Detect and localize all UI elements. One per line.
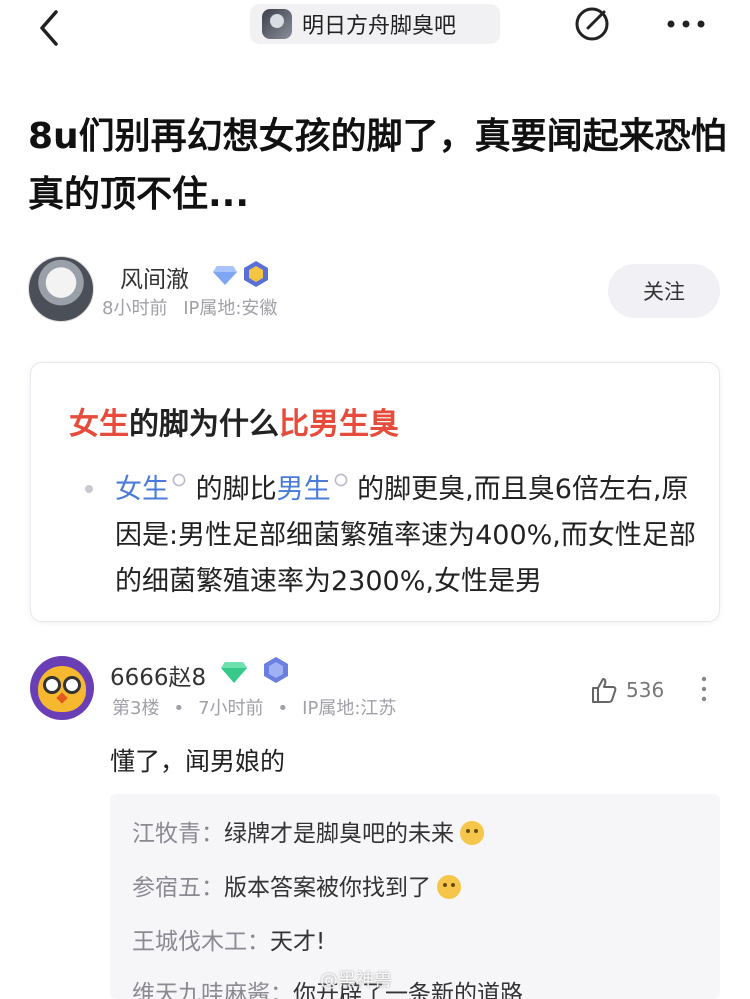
watermark: @黑神兽 — [320, 970, 392, 991]
level-badge-icon — [264, 657, 288, 683]
comment-time: 7小时前 — [198, 698, 264, 719]
comment-meta: 第3楼 • 7小时前 • IP属地:江苏 — [112, 698, 397, 719]
grin-emoji-icon — [437, 875, 461, 899]
more-horizontal-icon — [667, 20, 705, 28]
search-icon — [172, 473, 186, 487]
card-fade — [31, 591, 719, 621]
card-title: 女生的脚为什么比男生臭 — [69, 399, 399, 443]
like-button[interactable]: 536 — [590, 674, 664, 706]
forum-link[interactable]: 明日方舟脚臭吧 — [250, 4, 500, 44]
comment-more-button[interactable] — [696, 674, 712, 704]
embedded-answer-card[interactable]: 女生的脚为什么比男生臭 女生 的脚比男生 的脚更臭,而且臭6倍左右,原因是:男性… — [30, 362, 720, 622]
card-title-keyword-1: 女生 — [69, 407, 129, 442]
level-badge-icon — [244, 261, 268, 287]
reply-author[interactable]: 参宿五： — [132, 875, 224, 901]
author-ip: IP属地:安徽 — [183, 298, 278, 319]
card-title-middle: 的脚为什么 — [129, 407, 279, 442]
diamond-badge-icon — [221, 662, 247, 683]
reply-text: 绿牌才是脚臭吧的未来 — [224, 821, 454, 847]
card-body-text-1: 的脚比 — [187, 474, 277, 505]
thumbs-up-icon — [592, 678, 617, 703]
follow-button[interactable]: 关注 — [608, 264, 720, 318]
edit-button[interactable] — [574, 6, 610, 42]
search-icon — [334, 473, 347, 487]
edit-icon — [575, 7, 609, 41]
card-link-term-1[interactable]: 女生 — [115, 474, 169, 505]
forum-avatar — [262, 9, 292, 39]
reply-item[interactable]: 江牧青：绿牌才是脚臭吧的未来 — [132, 814, 484, 848]
comment-ip: IP属地:江苏 — [302, 698, 397, 719]
forum-name: 明日方舟脚臭吧 — [302, 14, 457, 39]
comment-text: 懂了，闻男娘的 — [110, 747, 286, 776]
card-body: 女生 的脚比男生 的脚更臭,而且臭6倍左右,原因是:男性足部细菌繁殖率速为400… — [115, 467, 705, 605]
author-meta: 8小时前 IP属地:安徽 — [102, 294, 277, 320]
chevron-left-icon — [40, 10, 58, 46]
more-vertical-icon — [701, 676, 707, 702]
card-link-term-2[interactable]: 男生 — [277, 474, 331, 505]
comment-floor: 第3楼 — [112, 698, 160, 719]
post-time: 8小时前 — [102, 298, 168, 319]
author-avatar[interactable] — [28, 256, 94, 322]
top-bar: 明日方舟脚臭吧 — [0, 0, 750, 70]
reply-item[interactable]: 王城伐木工：天才! — [132, 922, 325, 956]
commenter-name[interactable]: 6666赵8 — [110, 658, 206, 692]
reply-list[interactable]: 江牧青：绿牌才是脚臭吧的未来 参宿五：版本答案被你找到了 王城伐木工：天才! 维… — [110, 794, 720, 999]
reply-text: 天才! — [270, 929, 326, 955]
reply-author[interactable]: 维天九哇麻酱： — [132, 981, 293, 999]
reply-author[interactable]: 王城伐木工： — [132, 929, 270, 955]
like-count: 536 — [626, 678, 665, 702]
bullet-dot — [85, 485, 93, 493]
author-name[interactable]: 风间澈 — [120, 260, 189, 294]
post-title: 8u们别再幻想女孩的脚了，真要闻起来恐怕真的顶不住... — [28, 116, 727, 215]
back-button[interactable] — [30, 8, 70, 48]
more-options-button[interactable] — [664, 10, 708, 38]
diamond-badge-icon — [213, 266, 237, 285]
reply-text: 版本答案被你找到了 — [224, 875, 431, 901]
card-title-keyword-2: 比男生臭 — [279, 407, 399, 442]
thumbs-up-emoji-icon — [460, 821, 484, 845]
commenter-avatar[interactable] — [30, 656, 94, 720]
reply-author[interactable]: 江牧青： — [132, 821, 224, 847]
reply-item[interactable]: 参宿五：版本答案被你找到了 — [132, 868, 461, 902]
